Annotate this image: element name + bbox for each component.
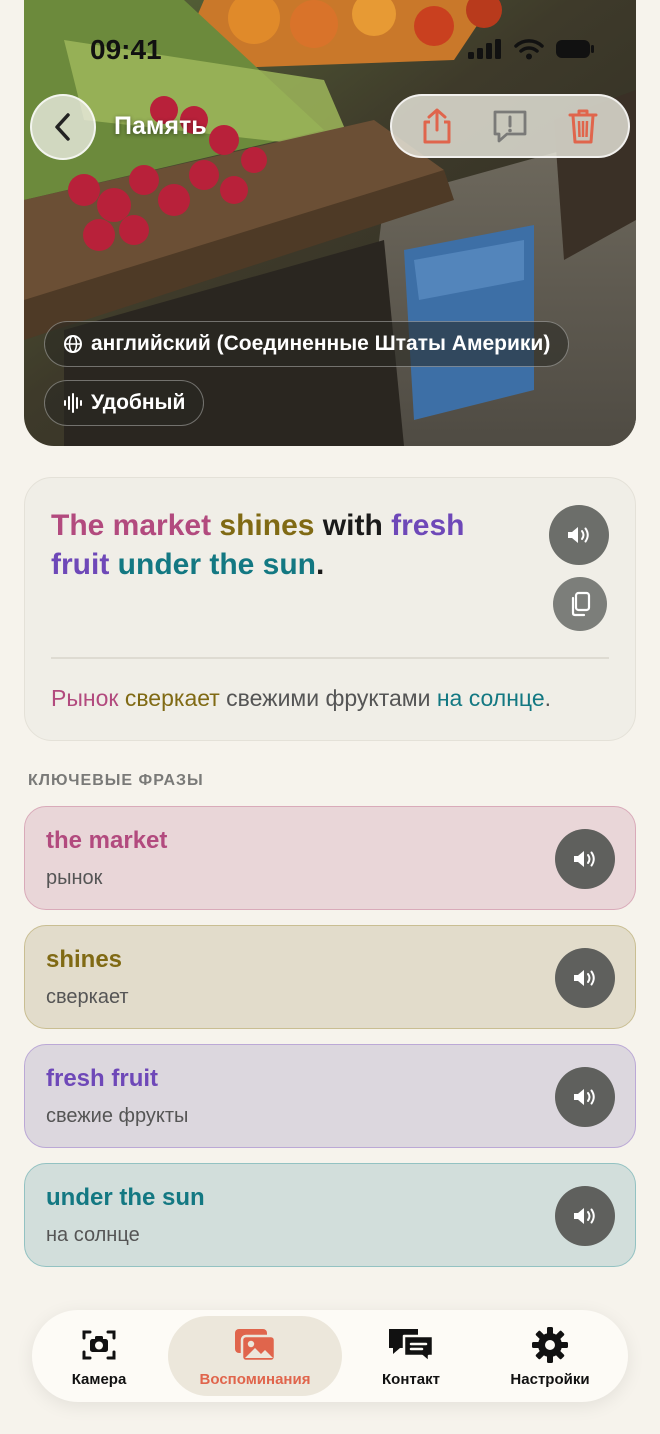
speak-phrase-button[interactable] (555, 829, 615, 889)
sentence-ru-segment: свежими фруктами (219, 685, 437, 711)
speaker-icon (574, 970, 595, 986)
globe-icon (64, 335, 82, 353)
tab-contact[interactable]: Контакт (366, 1316, 456, 1396)
wifi-icon (514, 39, 544, 60)
status-bar: 09:41 (0, 0, 660, 96)
key-phrase-card[interactable]: under the sun на солнце (24, 1163, 636, 1267)
sentence-english: The market shines with fresh fruit under… (51, 506, 521, 584)
sentence-card: The market shines with fresh fruit under… (24, 477, 636, 741)
camera-icon (82, 1330, 116, 1359)
voice-chip[interactable]: Удобный (44, 380, 205, 426)
language-chip[interactable]: английский (Соединенные Штаты Америки) (44, 321, 570, 367)
language-chip-label: английский (Соединенные Штаты Америки) (91, 332, 551, 355)
copy-sentence-button[interactable] (553, 577, 607, 631)
copy-icon (571, 591, 591, 617)
report-button[interactable] (488, 104, 532, 148)
speaker-icon (568, 527, 589, 543)
chat-icon (389, 1328, 435, 1363)
phrase-translation: на солнце (46, 1224, 140, 1246)
sentence-ru-segment: на солнце (436, 685, 545, 711)
voice-chip-label: Удобный (91, 391, 186, 414)
divider (51, 657, 609, 659)
key-phrase-card[interactable]: fresh fruit свежие фрукты (24, 1044, 636, 1148)
tab-memories[interactable]: Воспоминания (168, 1316, 342, 1396)
share-button[interactable] (415, 104, 459, 148)
back-button[interactable] (30, 94, 96, 160)
speak-phrase-button[interactable] (555, 948, 615, 1008)
phrase-english: under the sun (46, 1184, 205, 1211)
sentence-en-segment: . (316, 548, 325, 581)
sentence-en-segment: The market (51, 509, 212, 542)
phrase-translation: рынок (46, 867, 103, 889)
signal-icon (468, 39, 501, 59)
speaker-icon (574, 1089, 595, 1105)
trash-icon (568, 109, 598, 144)
tab-bar: Камера Воспоминания Контакт Настройки (32, 1310, 628, 1402)
speak-sentence-button[interactable] (549, 505, 609, 565)
tab-settings[interactable]: Настройки (498, 1316, 602, 1396)
speaker-icon (574, 851, 595, 867)
tab-settings-label: Настройки (510, 1370, 590, 1388)
key-phrase-card[interactable]: shines сверкает (24, 925, 636, 1029)
sentence-ru-segment: сверкает (124, 685, 220, 711)
speaker-icon (574, 1208, 595, 1224)
action-bar (390, 94, 630, 158)
status-time: 09:41 (90, 34, 162, 65)
key-phrase-card[interactable]: the market рынок (24, 806, 636, 910)
sentence-en-segment: under the sun (117, 548, 317, 581)
phrase-translation: сверкает (46, 986, 129, 1008)
tab-camera[interactable]: Камера (54, 1316, 144, 1396)
chevron-left-icon (55, 113, 70, 141)
waveform-icon (64, 393, 82, 413)
share-icon (423, 108, 451, 144)
sentence-en-segment (109, 548, 117, 581)
speak-phrase-button[interactable] (555, 1186, 615, 1246)
phrase-english: the market (46, 827, 168, 854)
key-phrases-heading: КЛЮЧЕВЫЕ ФРАЗЫ (28, 772, 204, 789)
status-icons (468, 38, 594, 60)
delete-button[interactable] (561, 104, 605, 148)
tab-contact-label: Контакт (382, 1370, 440, 1388)
page-title: Память (114, 112, 207, 140)
tab-camera-label: Камера (71, 1370, 127, 1388)
sentence-ru-segment: Рынок (51, 685, 119, 711)
tab-memories-label: Воспоминания (199, 1370, 311, 1388)
speak-phrase-button[interactable] (555, 1067, 615, 1127)
sentence-en-segment: shines (219, 509, 315, 542)
phrase-english: shines (46, 946, 123, 973)
gear-icon (532, 1326, 568, 1363)
phrase-translation: свежие фрукты (46, 1105, 189, 1127)
sentence-en-segment: with (314, 509, 392, 542)
sentence-ru-segment: . (544, 685, 552, 711)
photos-icon (235, 1328, 277, 1362)
report-icon (493, 110, 527, 143)
battery-icon (556, 40, 594, 58)
phrase-english: fresh fruit (46, 1065, 159, 1092)
sentence-translation: Рынок сверкает свежими фруктами на солнц… (51, 685, 551, 712)
